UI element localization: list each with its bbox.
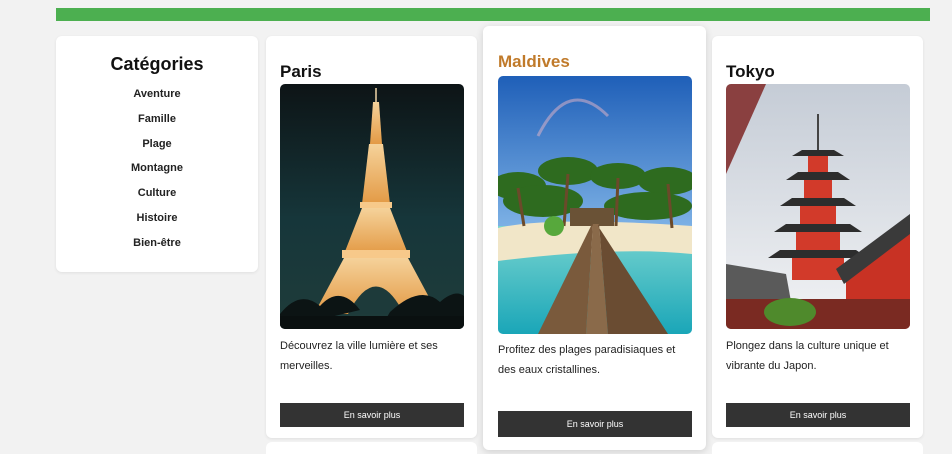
card-description: Découvrez la ville lumière et ses mervei… (280, 340, 438, 372)
category-list: Aventure Famille Plage Montagne Culture … (56, 87, 258, 261)
card-title: Maldives (498, 52, 570, 71)
category-item-bien-etre[interactable]: Bien-être (56, 236, 258, 261)
destination-card-paris: Paris Découvrez la ville lumière et ses … (266, 36, 477, 438)
header-accent-bar (56, 8, 930, 21)
learn-more-button-maldives[interactable]: En savoir plus (498, 411, 692, 437)
learn-more-button-tokyo[interactable]: En savoir plus (726, 403, 910, 427)
pagoda-photo (726, 84, 910, 329)
learn-more-button-paris[interactable]: En savoir plus (280, 403, 464, 427)
category-item-famille[interactable]: Famille (56, 112, 258, 137)
categories-panel: Catégories Aventure Famille Plage Montag… (56, 36, 258, 272)
next-card-stub (712, 442, 923, 454)
destination-card-tokyo: Tokyo Plongez dans la culture unique et … (712, 36, 923, 438)
card-description: Profitez des plages paradisiaques et des… (498, 344, 676, 376)
category-item-histoire[interactable]: Histoire (56, 211, 258, 236)
next-card-stub (266, 442, 477, 454)
card-title: Tokyo (726, 62, 775, 81)
category-item-aventure[interactable]: Aventure (56, 87, 258, 112)
category-item-culture[interactable]: Culture (56, 186, 258, 211)
category-item-montagne[interactable]: Montagne (56, 161, 258, 186)
beach-pier-photo (498, 76, 692, 334)
categories-title: Catégories (110, 54, 204, 74)
card-description: Plongez dans la culture unique et vibran… (726, 340, 889, 372)
category-item-plage[interactable]: Plage (56, 137, 258, 162)
destination-card-maldives: Maldives Profitez des plages paradisiaqu… (483, 26, 706, 450)
eiffel-tower-photo (280, 84, 464, 329)
card-title: Paris (280, 62, 322, 81)
